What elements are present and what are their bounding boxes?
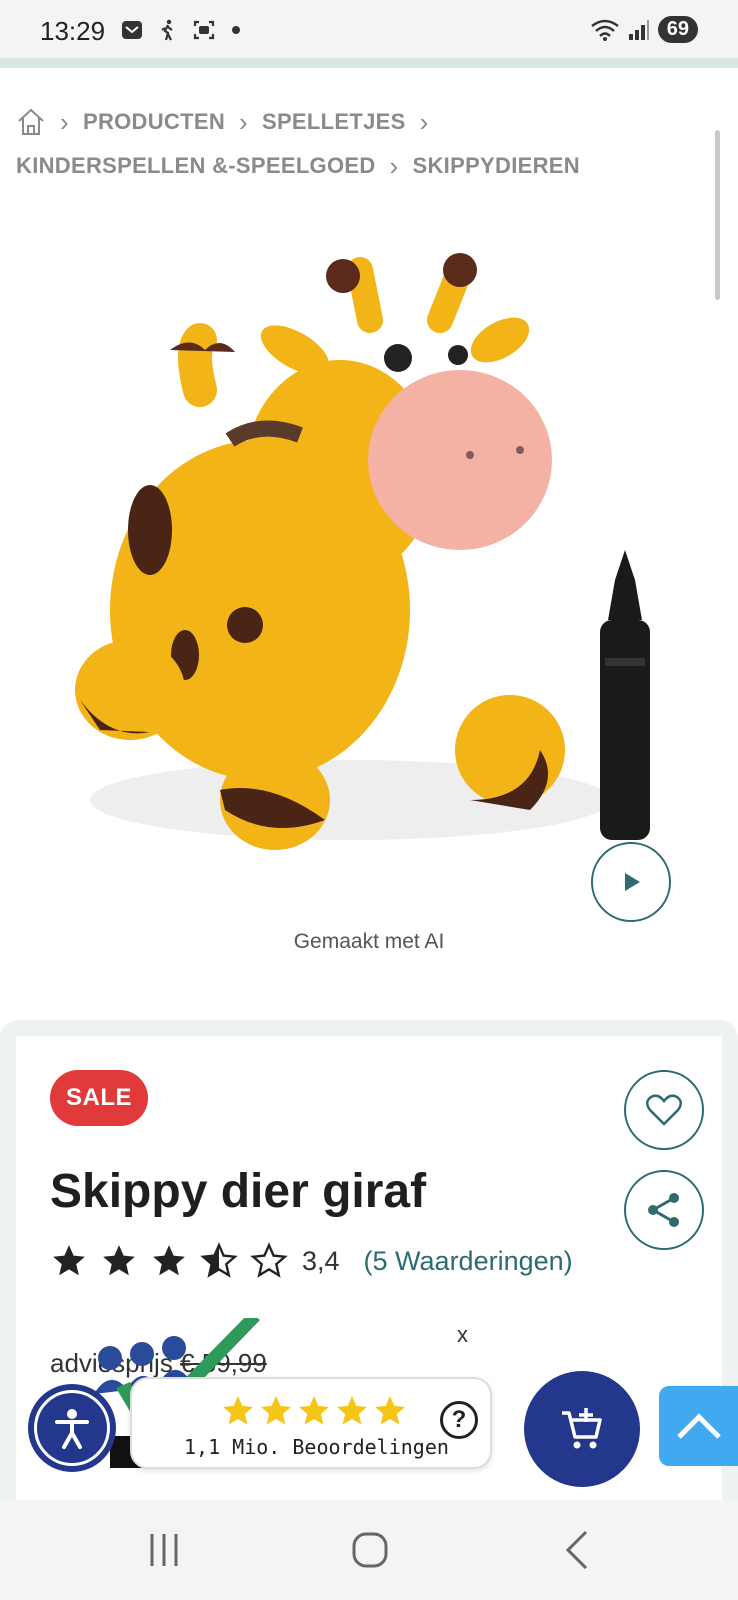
product-image[interactable] xyxy=(60,240,680,880)
breadcrumb: › PRODUCTEN › SPELLETJES › KINDERSPELLEN… xyxy=(16,100,716,188)
chevron-right-icon: › xyxy=(60,107,69,137)
accessibility-ring xyxy=(34,1390,110,1466)
recent-apps-icon[interactable] xyxy=(142,1528,186,1572)
breadcrumb-item-producten[interactable]: PRODUCTEN xyxy=(83,100,225,144)
status-system-icons: 69 xyxy=(590,16,698,43)
trust-stars xyxy=(220,1393,408,1429)
product-title: Skippy dier giraf xyxy=(50,1165,427,1218)
home-icon[interactable] xyxy=(16,107,46,137)
notification-dot xyxy=(232,26,240,34)
star-full-icon xyxy=(103,1245,135,1276)
status-notification-icons xyxy=(120,18,240,42)
walking-icon xyxy=(161,19,173,41)
close-trust-badge-button[interactable]: x xyxy=(457,1322,468,1348)
chevron-right-icon: › xyxy=(239,107,248,137)
play-icon xyxy=(625,873,640,891)
battery-indicator: 69 xyxy=(657,16,698,43)
system-nav-bar xyxy=(0,1500,738,1600)
cart-add-icon xyxy=(562,1408,602,1449)
add-to-cart-button[interactable] xyxy=(524,1371,640,1487)
star-full-icon xyxy=(153,1245,185,1276)
screenshot-icon xyxy=(193,20,215,40)
rating-value: 3,4 xyxy=(302,1245,340,1276)
share-button[interactable] xyxy=(624,1170,704,1250)
status-bar: 13:29 69 xyxy=(0,0,738,58)
favorite-button[interactable] xyxy=(624,1070,704,1150)
heart-icon xyxy=(646,1094,682,1126)
breadcrumb-item-kinderspellen[interactable]: KINDERSPELLEN &-SPEELGOED xyxy=(16,144,376,188)
rating-row: 3,4 (5 Waarderingen) xyxy=(50,1242,573,1280)
star-yellow-icon xyxy=(299,1396,329,1425)
wifi-icon xyxy=(590,19,619,41)
home-nav-icon[interactable] xyxy=(348,1528,392,1572)
header-divider xyxy=(0,58,738,68)
star-half-icon xyxy=(200,1242,238,1278)
help-icon[interactable]: ? xyxy=(440,1401,478,1439)
trust-review-count: 1,1 Mio. Beoordelingen xyxy=(184,1435,449,1459)
breadcrumb-item-skippydieren[interactable]: SKIPPYDIEREN xyxy=(413,144,580,188)
signal-icon xyxy=(628,19,649,40)
trust-badge[interactable]: 1,1 Mio. Beoordelingen ? xyxy=(130,1377,492,1469)
rating-stars xyxy=(50,1242,288,1280)
star-yellow-icon xyxy=(223,1396,253,1425)
star-yellow-icon xyxy=(261,1396,291,1425)
sale-badge: SALE xyxy=(50,1070,149,1126)
mail-icon xyxy=(122,21,142,39)
scroll-to-top-button[interactable] xyxy=(659,1386,738,1466)
chevron-right-icon: › xyxy=(389,151,399,181)
star-empty-icon xyxy=(250,1242,288,1278)
status-time: 13:29 xyxy=(40,16,106,46)
chevron-right-icon: › xyxy=(419,107,429,137)
chevron-up-icon xyxy=(676,1413,721,1439)
accessibility-icon xyxy=(55,1409,89,1449)
star-full-icon xyxy=(53,1245,85,1276)
breadcrumb-item-spelletjes[interactable]: SPELLETJES xyxy=(262,100,406,144)
star-yellow-icon xyxy=(375,1396,405,1425)
ai-caption: Gemaakt met AI xyxy=(293,930,445,953)
back-icon[interactable] xyxy=(556,1528,600,1572)
star-yellow-icon xyxy=(337,1396,367,1425)
video-play-button[interactable] xyxy=(591,842,671,922)
accessibility-button[interactable] xyxy=(28,1384,116,1472)
share-icon xyxy=(648,1193,679,1227)
scrollbar[interactable] xyxy=(715,130,720,300)
reviews-link[interactable]: (5 Waarderingen) xyxy=(364,1246,573,1277)
